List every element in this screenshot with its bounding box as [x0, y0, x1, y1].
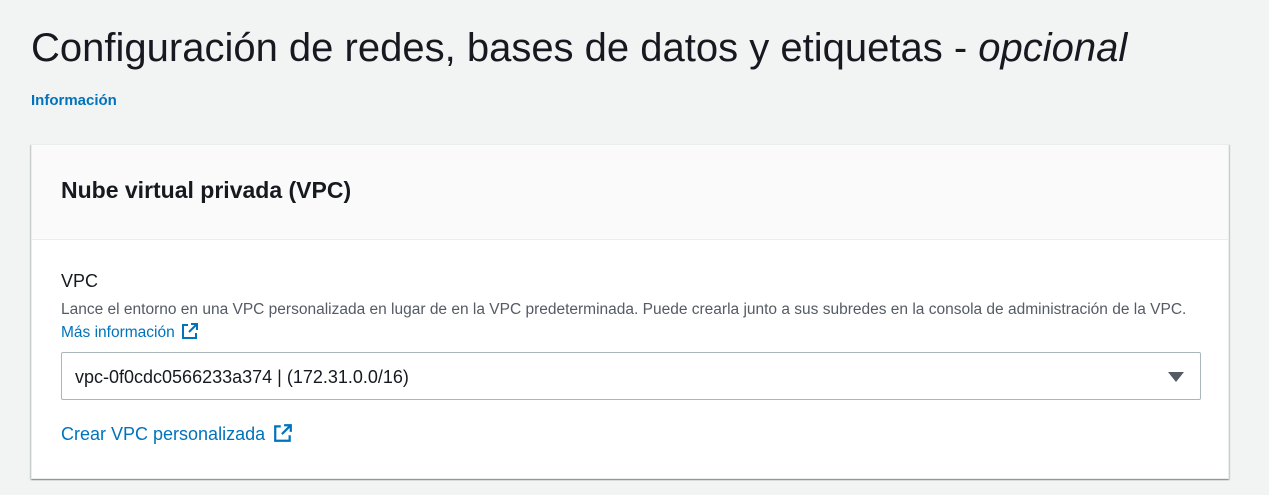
external-link-icon [274, 424, 292, 442]
page: Configuración de redes, bases de datos y… [0, 0, 1269, 495]
vpc-container: Nube virtual privada (VPC) VPC Lance el … [31, 144, 1229, 479]
vpc-field-label: VPC [61, 271, 99, 291]
vpc-select[interactable]: vpc-0f0cdc0566233a374 | (172.31.0.0/16) [61, 352, 1201, 400]
page-title-main: Configuración de redes, bases de datos y… [31, 26, 979, 70]
vpc-section-title: Nube virtual privada (VPC) [61, 177, 352, 203]
learn-more-link[interactable]: Más información [61, 323, 199, 341]
vpc-field-description: Lance el entorno en una VPC personalizad… [61, 298, 1191, 344]
info-link[interactable]: Información [31, 91, 117, 111]
create-vpc-label: Crear VPC personalizada [61, 424, 266, 444]
vpc-description-text: Lance el entorno en una VPC personalizad… [61, 301, 1187, 318]
vpc-select-value: vpc-0f0cdc0566233a374 | (172.31.0.0/16) [75, 367, 409, 387]
page-title: Configuración de redes, bases de datos y… [31, 22, 1127, 74]
vpc-container-header: Nube virtual privada (VPC) [32, 145, 1228, 240]
page-title-optional: opcional [978, 26, 1128, 70]
learn-more-label: Más información [61, 324, 175, 341]
create-vpc-link[interactable]: Crear VPC personalizada [61, 422, 293, 446]
caret-down-icon [1168, 372, 1184, 382]
external-link-icon [181, 323, 198, 339]
